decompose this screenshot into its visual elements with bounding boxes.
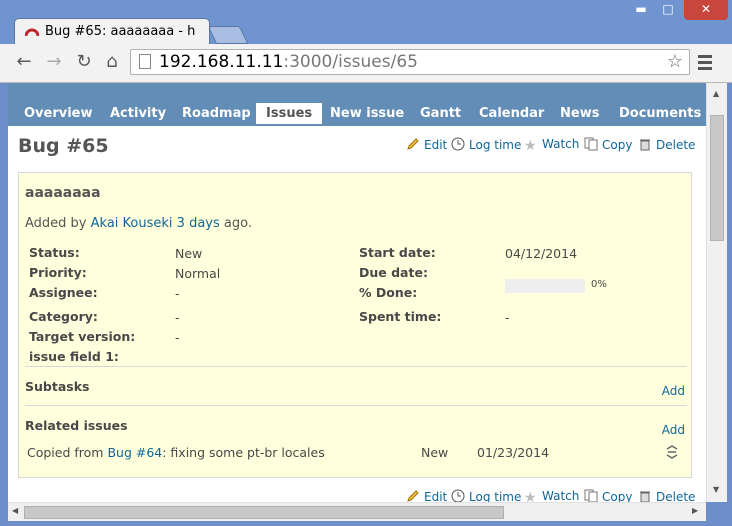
back-arrow-icon[interactable]: ← [14,52,34,72]
copy-icon [584,137,598,151]
copy-icon [584,489,598,502]
scroll-left-icon[interactable]: ◀ [12,506,18,515]
related-issues-title: Related issues [25,418,128,433]
home-icon[interactable]: ⌂ [102,52,122,72]
done-percent: 0% [591,279,607,290]
watch-star-icon: ★ [524,138,537,154]
spent-time-value: - [505,310,510,325]
vertical-scrollbar[interactable]: ▲ ▼ [706,83,727,502]
divider [25,405,687,406]
edit-icon [407,490,419,502]
tab-overview[interactable]: Overview [24,106,93,121]
log-time-icon [451,489,465,502]
priority-label: Priority: [29,265,87,280]
custom-field-label: issue field 1: [29,349,119,364]
target-version-label: Target version: [29,329,136,344]
log-time-link-bottom[interactable]: Log time [451,489,521,502]
watch-star-icon: ★ [524,490,537,502]
maximize-button[interactable]: □ [655,0,681,20]
subtasks-title: Subtasks [25,379,90,394]
vertical-scroll-thumb[interactable] [710,115,724,241]
related-issue-link[interactable]: Bug #64 [107,445,162,460]
add-related-link[interactable]: Add [662,423,685,437]
scroll-down-icon[interactable]: ▼ [713,485,719,494]
horizontal-scrollbar[interactable]: ◀ ▶ [8,502,706,521]
chrome-menu-icon[interactable] [698,55,712,73]
category-label: Category: [29,309,98,324]
browser-toolbar: ← → ↻ ⌂ 192.168.11.11:3000/issues/65 ☆ [0,44,732,83]
delete-link-bottom[interactable]: Delete [638,489,695,502]
minimize-button[interactable]: ▬ [628,0,654,20]
main-menu: Overview Activity Roadmap Issues New iss… [8,83,706,126]
assignee-label: Assignee: [29,285,98,300]
tab-activity[interactable]: Activity [110,106,166,121]
related-issue-status: New [421,445,449,460]
issue-details: aaaaaaaa Added by Akai Kouseki 3 days ag… [18,172,692,478]
spent-time-label: Spent time: [359,309,442,324]
watch-link-bottom[interactable]: ★ Watch [524,489,579,502]
done-label: % Done: [359,285,418,300]
copy-link[interactable]: Copy [584,137,632,152]
related-issue-row: Copied from Bug #64: fixing some pt-br l… [27,445,325,460]
forward-arrow-icon[interactable]: → [44,52,64,72]
edit-link-bottom[interactable]: Edit [406,489,447,502]
bookmark-star-icon[interactable]: ☆ [667,51,683,72]
divider [25,366,687,367]
delete-icon [640,491,650,502]
reload-icon[interactable]: ↻ [74,52,94,72]
add-subtask-link[interactable]: Add [662,384,685,398]
url-text: 192.168.11.11:3000/issues/65 [159,52,418,72]
delete-icon [640,139,650,151]
done-progress-bar [505,279,585,293]
category-value: - [175,310,180,325]
watch-link[interactable]: ★ Watch [524,137,579,153]
browser-tab[interactable]: Bug #65: aaaaaaaa - h [14,18,210,44]
edit-link[interactable]: Edit [406,137,447,152]
window-titlebar: Bug #65: aaaaaaaa - h ▬ □ ✕ [0,0,732,44]
log-time-link[interactable]: Log time [451,137,521,152]
target-version-value: - [175,330,180,345]
page-content: Overview Activity Roadmap Issues New iss… [8,83,706,502]
address-bar[interactable]: 192.168.11.11:3000/issues/65 ☆ [130,49,690,75]
assignee-value: - [175,286,180,301]
delete-link[interactable]: Delete [638,137,695,152]
issue-author-line: Added by Akai Kouseki 3 days ago. [25,216,252,231]
start-date-label: Start date: [359,245,436,260]
tab-title: Bug #65: aaaaaaaa - h [45,24,196,39]
tab-calendar[interactable]: Calendar [479,106,544,121]
scroll-right-icon[interactable]: ▶ [692,506,698,515]
scroll-up-icon[interactable]: ▲ [713,89,719,98]
log-time-icon [451,137,465,151]
author-link[interactable]: Akai Kouseki [91,216,173,231]
tab-roadmap[interactable]: Roadmap [182,106,251,121]
status-value: New [175,246,203,261]
related-delete-icon[interactable] [665,445,679,459]
tab-news[interactable]: News [560,106,599,121]
start-date-value: 04/12/2014 [505,246,578,261]
edit-icon [407,138,419,150]
time-ago-link[interactable]: 3 days [177,216,220,231]
issue-subject: aaaaaaaa [25,185,101,201]
page-title: Bug #65 [18,135,109,157]
tab-new-issue[interactable]: New issue [330,106,404,121]
status-label: Status: [29,245,80,260]
tab-documents[interactable]: Documents [619,106,701,121]
new-tab-button[interactable] [207,26,249,44]
horizontal-scroll-thumb[interactable] [24,506,504,519]
due-date-label: Due date: [359,265,428,280]
page-icon [139,54,151,69]
close-window-button[interactable]: ✕ [684,0,728,20]
copy-link-bottom[interactable]: Copy [584,489,632,502]
related-issue-date: 01/23/2014 [477,445,550,460]
tab-gantt[interactable]: Gantt [420,106,461,121]
priority-value: Normal [175,266,221,281]
tab-issues[interactable]: Issues [256,103,323,124]
redmine-favicon [25,28,39,37]
